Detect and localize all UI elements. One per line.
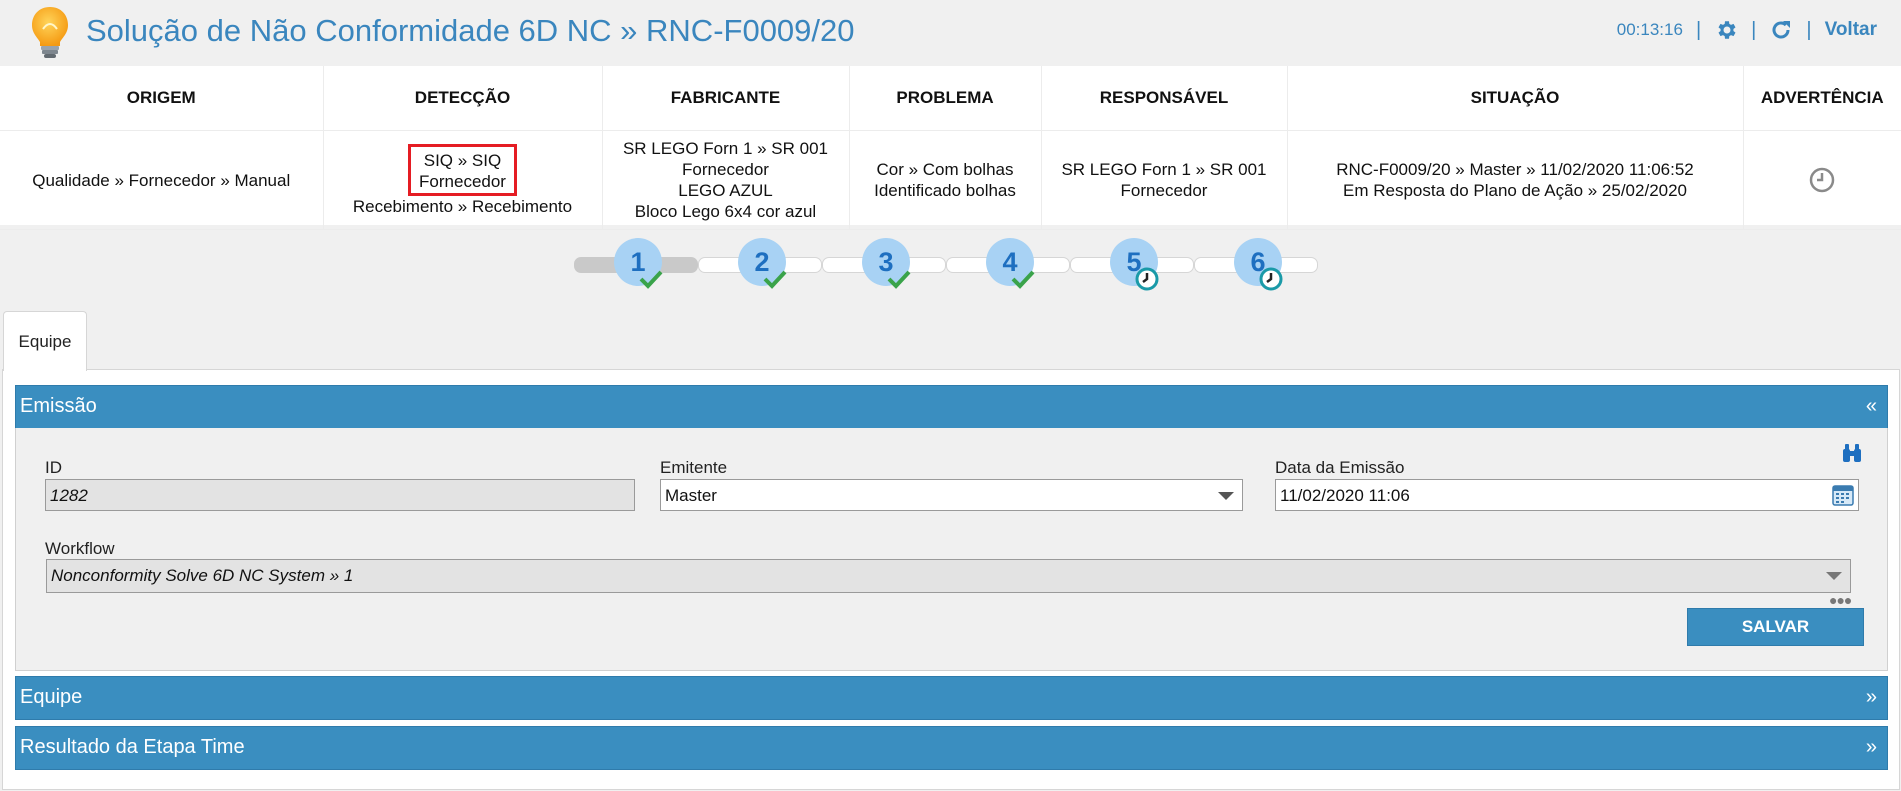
id-label: ID <box>45 458 62 477</box>
check-icon <box>639 270 663 289</box>
lightbulb-logo-icon <box>32 7 68 58</box>
situacao-line: Em Resposta do Plano de Ação » 25/02/202… <box>1342 181 1688 200</box>
fabricante-line: SR LEGO Forn 1 » SR 001 <box>622 139 829 158</box>
problema-cell: Cor » Com bolhas Identificado bolhas <box>849 130 1042 230</box>
responsavel-cell: SR LEGO Forn 1 » SR 001 Fornecedor <box>1041 130 1288 230</box>
id-field: 1282 <box>45 479 635 511</box>
refresh-icon[interactable] <box>1769 18 1793 42</box>
deteccao-cell: SIQ » SIQ Fornecedor Recebimento » Receb… <box>323 130 603 230</box>
column-header-problema: PROBLEMA <box>849 66 1042 131</box>
chevron-down-icon <box>1218 492 1234 500</box>
fabricante-line: LEGO AZUL <box>678 181 773 200</box>
deteccao-line: Recebimento » Recebimento <box>352 196 573 216</box>
chevron-down-icon <box>1826 572 1842 580</box>
workflow-value: Nonconformity Solve 6D NC System » 1 <box>51 566 354 585</box>
section-title: Resultado da Etapa Time <box>20 736 245 758</box>
back-link[interactable]: Voltar <box>1825 19 1877 41</box>
page-header: Solução de Não Conformidade 6D NC » RNC-… <box>0 0 1901 66</box>
section-title: Emissão <box>20 395 97 417</box>
section-body-emissao <box>15 428 1888 671</box>
deteccao-line: Fornecedor <box>419 171 506 191</box>
tab-equipe[interactable]: Equipe <box>3 311 87 371</box>
clock-icon <box>1810 167 1835 193</box>
section-title: Equipe <box>20 686 83 708</box>
check-icon <box>763 270 787 289</box>
problema-line: Identificado bolhas <box>874 181 1016 200</box>
section-header-emissao[interactable]: Emissão « <box>15 385 1888 429</box>
clock-icon <box>1135 267 1159 291</box>
clock-icon <box>1259 267 1283 291</box>
emitente-label: Emitente <box>660 458 728 477</box>
info-table-container: ORIGEM DETECÇÃO FABRICANTE PROBLEMA RESP… <box>0 66 1901 230</box>
collapse-arrow-icon: « <box>1865 395 1877 417</box>
data-emissao-value: 11/02/2020 11:06 <box>1280 486 1410 505</box>
column-header-deteccao: DETECÇÃO <box>323 66 603 131</box>
table-header-row: ORIGEM DETECÇÃO FABRICANTE PROBLEMA RESP… <box>0 66 1901 131</box>
separator: | <box>1806 18 1812 41</box>
column-header-situacao: SITUAÇÃO <box>1287 66 1744 131</box>
separator: | <box>1751 18 1757 41</box>
fabricante-cell: SR LEGO Forn 1 » SR 001 Fornecedor LEGO … <box>602 130 850 230</box>
column-header-responsavel: RESPONSÁVEL <box>1041 66 1288 131</box>
column-header-origem: ORIGEM <box>0 66 324 131</box>
check-icon <box>887 270 911 289</box>
advertencia-cell <box>1743 130 1901 230</box>
more-options-icon[interactable]: ●●● <box>1829 592 1852 608</box>
page-title: Solução de Não Conformidade 6D NC » RNC-… <box>86 13 855 48</box>
situacao-line: RNC-F0009/20 » Master » 11/02/2020 11:06… <box>1336 160 1694 179</box>
data-emissao-field[interactable]: 11/02/2020 11:06 <box>1275 479 1859 511</box>
problema-line: Cor » Com bolhas <box>876 160 1014 179</box>
fabricante-line: Bloco Lego 6x4 cor azul <box>634 202 817 221</box>
workflow-label: Workflow <box>45 539 115 558</box>
save-button[interactable]: SALVAR <box>1687 608 1864 646</box>
origem-cell: Qualidade » Fornecedor » Manual <box>0 130 324 230</box>
highlight-box: SIQ » SIQ Fornecedor <box>408 143 517 196</box>
check-icon <box>1011 270 1035 289</box>
data-emissao-label: Data da Emissão <box>1275 458 1405 477</box>
calendar-icon[interactable] <box>1832 484 1854 506</box>
situacao-cell: RNC-F0009/20 » Master » 11/02/2020 11:06… <box>1287 130 1744 230</box>
session-timer: 00:13:16 <box>1616 20 1683 39</box>
workflow-select[interactable]: Nonconformity Solve 6D NC System » 1 <box>46 559 1851 593</box>
emitente-value: Master <box>665 486 717 505</box>
step-progress: 123456 <box>574 236 1326 298</box>
header-toolbar: 00:13:16 | | | Voltar <box>1617 18 1877 42</box>
column-header-advertencia: ADVERTÊNCIA <box>1743 66 1901 131</box>
expand-arrow-icon: » <box>1865 686 1877 708</box>
expand-arrow-icon: » <box>1865 736 1877 758</box>
responsavel-line: SR LEGO Forn 1 » SR 001 <box>1061 160 1267 179</box>
info-table: ORIGEM DETECÇÃO FABRICANTE PROBLEMA RESP… <box>0 66 1901 230</box>
separator: | <box>1695 18 1702 41</box>
table-row: Qualidade » Fornecedor » Manual SIQ » SI… <box>0 130 1901 230</box>
emitente-select[interactable]: Master <box>660 479 1243 511</box>
section-header-resultado[interactable]: Resultado da Etapa Time » <box>15 726 1888 770</box>
fabricante-line: Fornecedor <box>682 160 769 179</box>
section-header-equipe[interactable]: Equipe » <box>15 676 1888 720</box>
responsavel-line: Fornecedor <box>1120 181 1208 200</box>
deteccao-line: SIQ » SIQ <box>423 150 502 170</box>
binoculars-icon[interactable] <box>1841 443 1863 463</box>
gear-icon[interactable] <box>1714 18 1738 42</box>
column-header-fabricante: FABRICANTE <box>602 66 850 131</box>
